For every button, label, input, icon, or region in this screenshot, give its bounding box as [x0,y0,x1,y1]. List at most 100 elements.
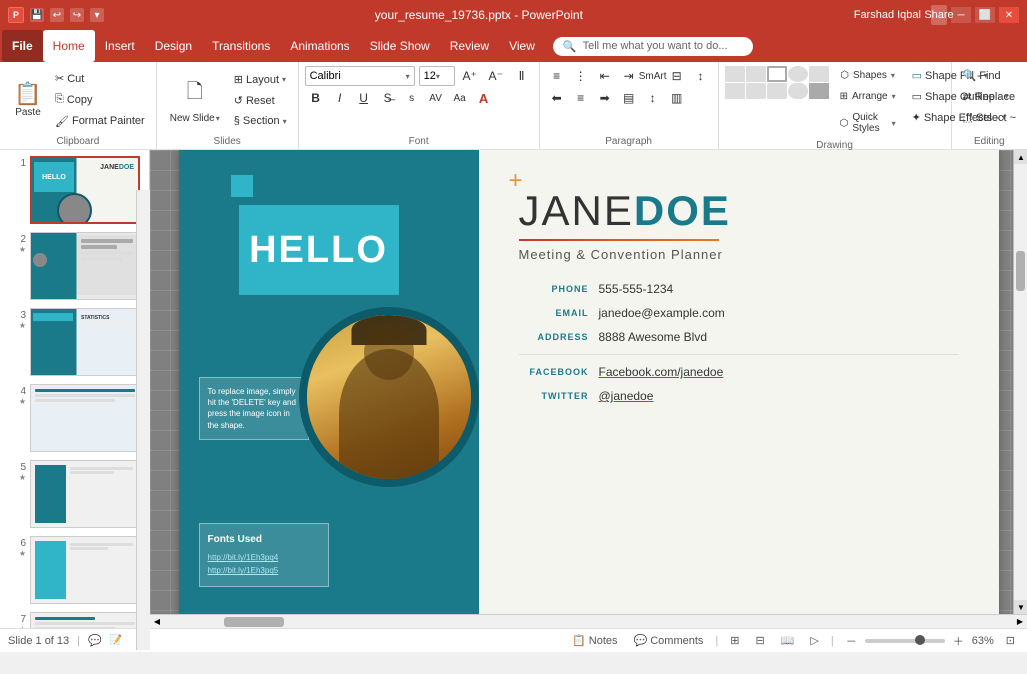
slide-sorter-button[interactable]: ⊟ [752,632,769,649]
font-family-selector[interactable]: Calibri ▾ [305,66,415,86]
underline-button[interactable]: U [353,88,375,108]
line-spacing-button[interactable]: ↕ [642,88,664,108]
paste-button[interactable]: 📋 Paste [7,73,48,128]
slide-image-5 [30,460,140,528]
text-direction-button[interactable]: ↕ [690,66,712,86]
restore-button[interactable]: ⬜ [975,7,995,23]
shape-7[interactable] [746,83,766,99]
shape-9[interactable] [788,83,808,99]
columns2-button[interactable]: ▥ [666,88,688,108]
shape-2[interactable] [746,66,766,82]
menu-review[interactable]: Review [440,30,499,62]
section-button[interactable]: §Section▾ [229,112,292,130]
justify-button[interactable]: ▤ [618,88,640,108]
find-button[interactable]: 🔍Find [958,66,1021,85]
menu-insert[interactable]: Insert [95,30,145,62]
save-button[interactable]: 💾 [30,8,44,22]
presenter-view-button[interactable]: ▷ [806,632,822,649]
menu-animations[interactable]: Animations [280,30,359,62]
cut-button[interactable]: ✂Cut [50,69,150,88]
search-box[interactable]: 🔍 Tell me what you want to do... [553,37,753,56]
menu-view[interactable]: View [499,30,545,62]
slide-canvas[interactable]: HELLO To replace image, simply hit the '… [179,150,999,614]
scroll-down-arrow[interactable]: ▼ [1014,600,1027,614]
clear-format-button[interactable]: Ⅱ [511,66,533,86]
increase-indent-button[interactable]: ⇥ [618,66,640,86]
shape-1[interactable] [725,66,745,82]
scroll-thumb[interactable] [1016,251,1025,291]
notes-button[interactable]: 📋 Notes [568,632,621,649]
slide-thumb-3[interactable]: 3 ★ STATISTICS [4,306,145,378]
contact-row-email: Email janedoe@example.com [519,306,959,320]
slide-thumb-1[interactable]: 1 HELLO JANEDOE [4,154,145,226]
normal-view-button[interactable]: ⊞ [726,632,743,649]
slide-thumb-6[interactable]: 6 ★ [4,534,145,606]
shape-10[interactable] [809,83,829,99]
bullets-button[interactable]: ≡ [546,66,568,86]
font-size-selector[interactable]: 12▾ [419,66,455,86]
menu-file[interactable]: File [2,30,43,62]
slide-comments-icon[interactable]: 💬 [88,634,102,647]
arrange-button[interactable]: ⊞Arrange▾ [833,87,903,106]
quick-access-toolbar: P 💾 ↩ ↪ ▾ [8,7,104,23]
menu-design[interactable]: Design [145,30,202,62]
scroll-up-arrow[interactable]: ▲ [1014,150,1027,164]
quick-styles-button[interactable]: ⬡Quick Styles▾ [833,108,903,138]
comments-button[interactable]: 💬 Comments [630,632,708,649]
align-left-button[interactable]: ⬅ [546,88,568,108]
new-slide-button[interactable]: 🗋 New Slide ▾ [163,73,227,128]
replace-button[interactable]: ⇄Replace [958,87,1021,106]
bold-button[interactable]: B [305,88,327,108]
shape-5[interactable] [809,66,829,82]
minimize-button[interactable]: ─ [951,7,971,23]
redo-button[interactable]: ↪ [70,8,84,22]
italic-button[interactable]: I [329,88,351,108]
shape-8[interactable] [767,83,787,99]
decrease-indent-button[interactable]: ⇤ [594,66,616,86]
font-color-button[interactable]: A [473,88,495,108]
decrease-font-button[interactable]: A⁻ [485,66,507,86]
undo-button[interactable]: ↩ [50,8,64,22]
strikethrough-button[interactable]: S̶ [377,88,399,108]
slide-thumb-7[interactable]: 7 ★ [4,610,145,628]
increase-font-button[interactable]: A⁺ [459,66,481,86]
customize-button[interactable]: ▾ [90,8,104,22]
select-button[interactable]: ⬚Select ~ [958,108,1021,127]
shadow-button[interactable]: s [401,88,423,108]
shape-6[interactable] [725,83,745,99]
reset-button[interactable]: ↺Reset [229,91,292,110]
columns-button[interactable]: ⊟ [666,66,688,86]
copy-button[interactable]: ⎘Copy [50,90,150,109]
zoom-slider[interactable] [865,639,945,643]
shape-4[interactable] [788,66,808,82]
menu-slideshow[interactable]: Slide Show [360,30,440,62]
slide-thumb-2[interactable]: 2 ★ [4,230,145,302]
paragraph-group: ≡ ⋮ ⇤ ⇥ SmArt ⊟ ↕ ⬅ ≡ ➡ ▤ ↕ ▥ Paragraph [540,62,719,149]
scroll-right-arrow[interactable]: ▶ [1013,615,1027,629]
align-right-button[interactable]: ➡ [594,88,616,108]
numbering-button[interactable]: ⋮ [570,66,592,86]
zoom-out-button[interactable]: － [842,631,861,651]
layout-button[interactable]: ⊞Layout▾ [229,70,292,89]
close-button[interactable]: ✕ [999,7,1019,23]
document-title: your_resume_19736.pptx - PowerPoint [375,8,583,22]
shape-3[interactable] [767,66,787,82]
font-case-button[interactable]: Aa [449,88,471,108]
v-scrollbar[interactable] [136,190,150,650]
format-painter-button[interactable]: 🖌Format Painter [50,112,150,131]
reading-view-button[interactable]: 📖 [777,632,799,649]
slide-thumb-4[interactable]: 4 ★ [4,382,145,454]
share-button[interactable]: Share [931,5,947,25]
name-display: JaneDOE [519,187,959,235]
slide-thumb-5[interactable]: 5 ★ [4,458,145,530]
shapes-button[interactable]: ⬡Shapes▾ [833,66,903,85]
char-spacing-button[interactable]: AV [425,88,447,108]
h-scroll-thumb[interactable] [224,617,284,627]
menu-home[interactable]: Home [43,30,95,62]
scroll-left-arrow[interactable]: ◀ [150,615,164,629]
menu-transitions[interactable]: Transitions [202,30,280,62]
align-center-button[interactable]: ≡ [570,88,592,108]
fit-slide-button[interactable]: ⊡ [1002,632,1019,649]
zoom-in-button[interactable]: ＋ [949,631,968,651]
smartart-button[interactable]: SmArt [642,66,664,86]
